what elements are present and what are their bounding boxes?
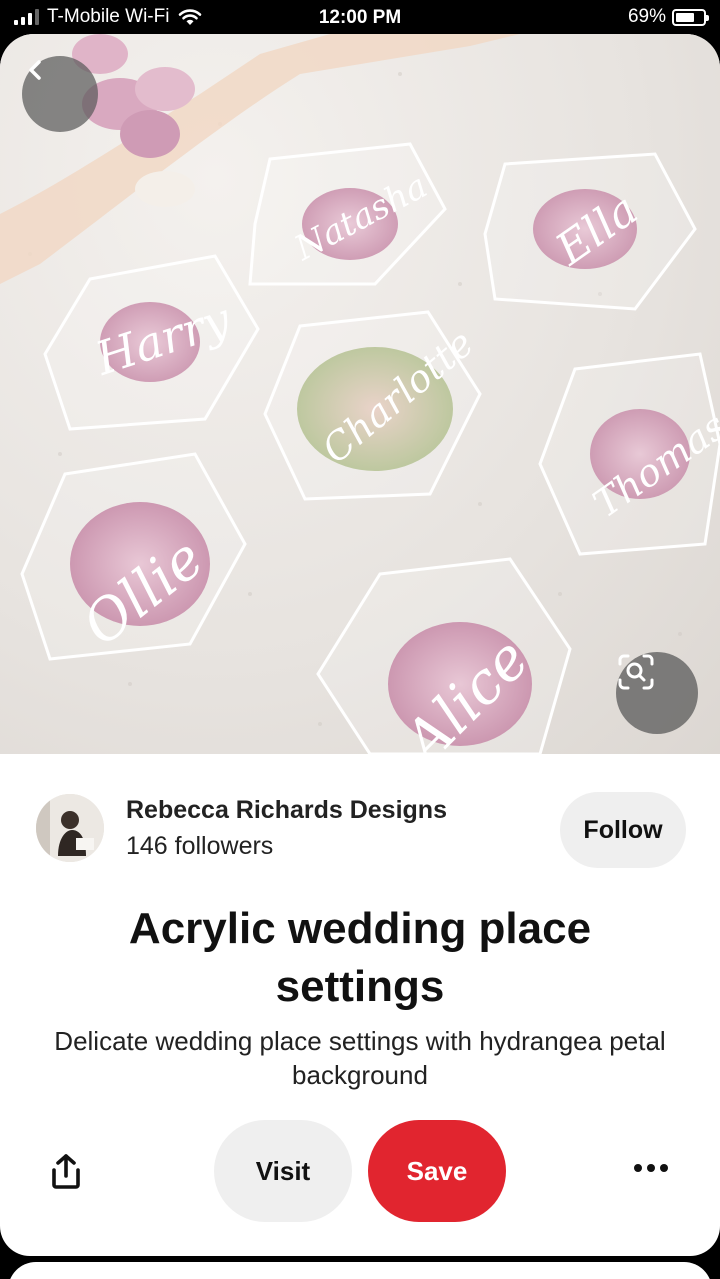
status-time: 12:00 PM [318,7,402,28]
battery-fill [676,12,694,22]
pin-description: Delicate wedding place settings with hyd… [54,1026,666,1090]
creator-row: Rebecca Richards Designs 146 followers F… [36,792,686,868]
follower-count: 146 followers [126,832,274,860]
more-icon[interactable] [634,1158,674,1178]
visual-search-button[interactable] [616,652,698,734]
visual-search-icon [618,654,654,690]
battery-percent: 69% [627,6,666,27]
pin-image[interactable]: Natasha Ella Harry Charlotte Thomas Olli… [0,34,720,754]
battery-icon [672,8,709,26]
creator-avatar[interactable] [36,794,104,862]
share-icon[interactable] [46,1152,86,1192]
visit-button[interactable]: Visit [214,1120,352,1222]
place-cards-photo: Natasha Ella Harry Charlotte Thomas Olli… [0,34,720,754]
status-bar: T-Mobile Wi-Fi 12:00 PM 69% [0,0,720,36]
save-button[interactable]: Save [368,1120,506,1222]
status-right: 69% [627,6,709,28]
pin-title: Acrylic wedding place settings [128,904,592,1011]
avatar-photo [36,794,104,862]
chevron-left-icon [29,60,41,80]
pin-card: Natasha Ella Harry Charlotte Thomas Olli… [0,34,720,1256]
follow-button[interactable]: Follow [560,792,686,868]
creator-name[interactable]: Rebecca Richards Designs [126,796,447,825]
next-card-peek [8,1262,712,1279]
back-button[interactable] [22,56,98,132]
